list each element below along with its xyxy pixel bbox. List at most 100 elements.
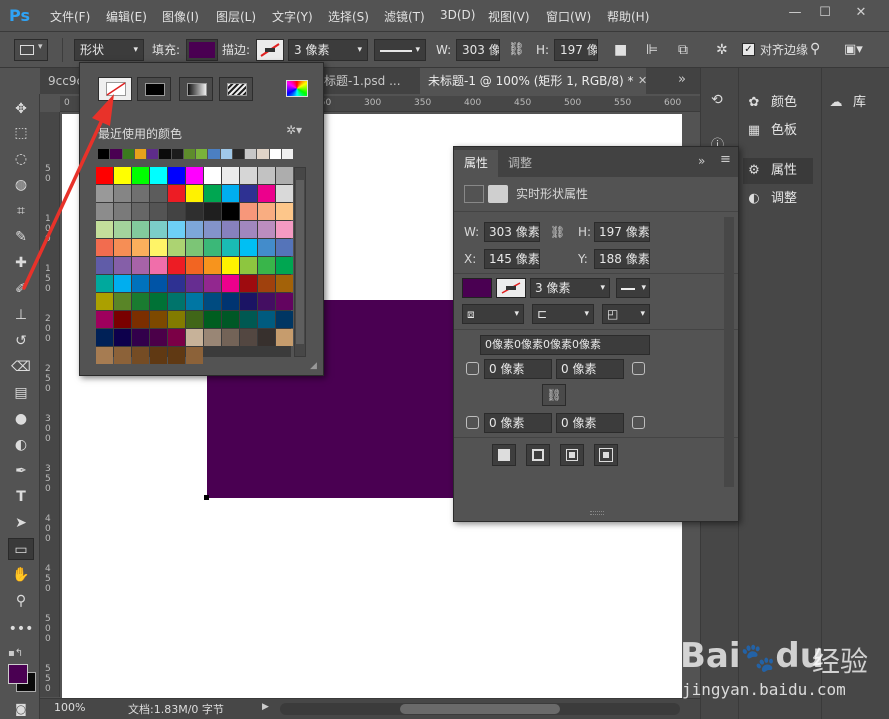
color-swatch[interactable] [204, 185, 221, 202]
color-swatch[interactable] [96, 185, 113, 202]
path-arrangement-icon[interactable]: ⧉ [678, 39, 688, 61]
color-swatch[interactable] [186, 221, 203, 238]
color-swatch[interactable] [186, 275, 203, 292]
color-swatch[interactable] [132, 311, 149, 328]
swatch-scrollbar[interactable] [294, 167, 306, 357]
stroke-caps-select[interactable]: ⊏ ▾ [532, 304, 594, 324]
color-swatch[interactable] [150, 167, 167, 184]
menu-layer[interactable]: 图层(L) [216, 8, 256, 26]
color-swatch[interactable] [258, 185, 275, 202]
color-swatch[interactable] [204, 167, 221, 184]
zoom-tool-icon[interactable]: ⚲ [8, 590, 34, 612]
height-field[interactable]: 197 像素 [554, 39, 598, 61]
color-swatch[interactable] [168, 257, 185, 274]
x-field[interactable]: 145 像素 [484, 249, 540, 269]
color-swatch[interactable] [132, 167, 149, 184]
recent-color-swatch[interactable] [98, 149, 110, 159]
color-swatch[interactable] [96, 239, 113, 256]
bottom-right-radius-field[interactable]: 0 像素 [556, 413, 624, 433]
color-swatch[interactable] [114, 221, 131, 238]
recent-color-swatch[interactable] [122, 149, 134, 159]
color-swatch[interactable] [96, 275, 113, 292]
color-swatch[interactable] [168, 293, 185, 310]
recent-color-swatch[interactable] [220, 149, 232, 159]
color-swatch[interactable] [96, 311, 113, 328]
recent-color-swatch[interactable] [171, 149, 183, 159]
color-swatch[interactable] [132, 347, 149, 364]
quick-select-tool-icon[interactable]: ◍ [8, 174, 34, 196]
link-icon[interactable]: ⛓ [550, 222, 565, 242]
color-swatch[interactable] [204, 221, 221, 238]
minimize-button[interactable]: — [782, 4, 808, 22]
eyedropper-tool-icon[interactable]: ✎ [8, 226, 34, 248]
recent-color-swatch[interactable] [183, 149, 195, 159]
menu-window[interactable]: 窗口(W) [546, 8, 591, 26]
path-operations-icon[interactable]: ■ [614, 39, 627, 61]
color-swatch[interactable] [276, 221, 293, 238]
color-swatch[interactable] [186, 257, 203, 274]
color-swatch[interactable] [114, 275, 131, 292]
color-swatch[interactable] [96, 257, 113, 274]
gear-icon[interactable]: ✲▾ [286, 123, 302, 137]
recent-color-swatch[interactable] [196, 149, 208, 159]
foreground-color-swatch[interactable] [8, 664, 28, 684]
tool-preset-picker[interactable]: ▾ [14, 39, 48, 61]
recent-color-swatch[interactable] [232, 149, 244, 159]
y-field[interactable]: 188 像素 [594, 249, 650, 269]
color-swatch[interactable] [204, 275, 221, 292]
default-colors-icon[interactable]: ▪↰ [8, 648, 23, 659]
lasso-tool-icon[interactable]: ◌ [8, 148, 34, 170]
tab-doc-active[interactable]: 未标题-1 @ 100% (矩形 1, RGB/8) * [420, 68, 646, 94]
width-field[interactable]: 303 像素 [484, 222, 540, 242]
color-swatch[interactable] [114, 311, 131, 328]
color-swatch[interactable] [96, 221, 113, 238]
color-swatch[interactable] [132, 275, 149, 292]
recent-color-swatch[interactable] [208, 149, 220, 159]
intersect-shapes-button[interactable] [560, 444, 584, 466]
anchor-handle[interactable] [204, 495, 209, 500]
properties-scrollbar[interactable] [724, 217, 734, 487]
color-swatch[interactable] [240, 167, 257, 184]
color-swatch[interactable] [204, 239, 221, 256]
recent-color-swatch[interactable] [134, 149, 146, 159]
stroke-type-select[interactable]: ▾ [616, 278, 650, 298]
dock-item-libraries[interactable]: ☁ 库 [827, 90, 887, 116]
recent-color-swatch[interactable] [269, 149, 281, 159]
tab-doc-1[interactable]: 9cc9c [40, 68, 80, 94]
more-tools-icon[interactable]: ••• [8, 618, 34, 640]
color-swatch[interactable] [240, 185, 257, 202]
color-swatch[interactable] [240, 275, 257, 292]
color-swatch[interactable] [114, 257, 131, 274]
color-swatch[interactable] [168, 329, 185, 346]
color-swatch[interactable] [258, 275, 275, 292]
color-swatch[interactable] [276, 275, 293, 292]
status-menu-arrow-icon[interactable]: ▶ [262, 702, 269, 712]
tab-properties[interactable]: 属性 [454, 150, 499, 177]
color-swatch[interactable] [114, 203, 131, 220]
color-swatch[interactable] [258, 239, 275, 256]
history-brush-tool-icon[interactable]: ↺ [8, 330, 34, 352]
stroke-align-select[interactable]: ⧈ ▾ [462, 304, 524, 324]
color-picker-button[interactable] [281, 77, 315, 101]
color-swatch[interactable] [186, 185, 203, 202]
clone-stamp-tool-icon[interactable]: ⊥ [8, 304, 34, 326]
color-swatch[interactable] [150, 239, 167, 256]
color-swatch[interactable] [96, 167, 113, 184]
scrollbar-thumb[interactable] [400, 704, 560, 714]
color-swatch[interactable] [168, 275, 185, 292]
scrollbar-thumb[interactable] [296, 180, 304, 344]
top-right-radius-field[interactable]: 0 像素 [556, 359, 624, 379]
color-swatch[interactable] [240, 239, 257, 256]
color-swatch[interactable] [132, 203, 149, 220]
color-swatch[interactable] [204, 203, 221, 220]
color-swatch[interactable] [240, 257, 257, 274]
more-tabs-icon[interactable]: » [678, 72, 686, 87]
top-left-radius-field[interactable]: 0 像素 [484, 359, 552, 379]
height-field[interactable]: 197 像素 [594, 222, 650, 242]
color-swatch[interactable] [258, 203, 275, 220]
align-edges-checkbox[interactable]: ✓ [742, 43, 755, 56]
color-swatch[interactable] [204, 329, 221, 346]
color-swatch[interactable] [114, 329, 131, 346]
color-swatch[interactable] [222, 167, 239, 184]
workspace-icon[interactable]: ▣▾ [844, 39, 863, 61]
